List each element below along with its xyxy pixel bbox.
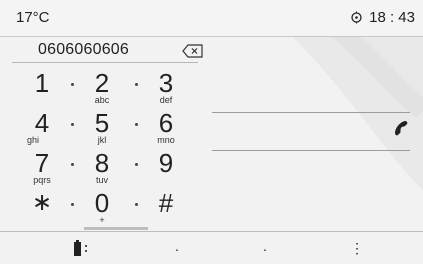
phone-dialer-screen: 17°C 18 : 43 0606060606 1 2 abc 3 def 4 … <box>0 0 423 264</box>
key-letters: + <box>99 215 105 225</box>
key-digit: 0 <box>94 188 110 218</box>
key-0[interactable]: 0 + <box>82 188 122 225</box>
call-area-divider-bottom <box>212 150 410 151</box>
phone-handset-icon[interactable] <box>394 120 410 140</box>
dialed-number: 0606060606 <box>38 41 129 58</box>
key-letters: pqrs <box>33 175 51 185</box>
key-letters: mno <box>157 135 175 145</box>
key-8[interactable]: 8 tuv <box>82 148 122 185</box>
menu-dots-icon <box>84 245 87 252</box>
key-separator-dot <box>71 163 74 166</box>
key-hash[interactable]: # <box>146 190 186 224</box>
key-5[interactable]: 5 jkl <box>82 108 122 145</box>
key-4[interactable]: 4 ghi <box>22 108 62 145</box>
key-digit: 4 <box>34 108 50 138</box>
key-digit: # <box>158 188 174 218</box>
softkey-battery-menu[interactable] <box>60 232 100 264</box>
key-letters: def <box>159 95 173 105</box>
softkey-3-label: · <box>262 240 268 257</box>
softkey-3[interactable]: · <box>248 232 282 264</box>
key-separator-dot <box>135 203 138 206</box>
softkey-4-label: ⋮ <box>350 240 364 256</box>
keypad: 1 2 abc 3 def 4 ghi 5 jkl 6 mno 7 pqrs 8… <box>12 70 192 230</box>
key-1[interactable]: 1 <box>22 70 62 104</box>
status-bar: 17°C 18 : 43 <box>0 0 423 37</box>
key-digit: 6 <box>158 108 174 138</box>
key-digit: 3 <box>158 68 174 98</box>
keypad-scroll-indicator <box>84 227 148 230</box>
key-digit: 9 <box>158 148 174 178</box>
key-digit: 7 <box>34 148 50 178</box>
key-letters: tuv <box>95 175 108 185</box>
clock: 18 : 43 <box>350 9 415 26</box>
temperature-readout: 17°C <box>16 9 50 26</box>
softkey-4[interactable]: ⋮ <box>340 232 374 264</box>
key-separator-dot <box>135 123 138 126</box>
key-star[interactable]: ∗ <box>22 190 62 224</box>
key-digit: 5 <box>94 108 110 138</box>
call-area-divider-top <box>212 112 410 113</box>
time-readout: 18 : 43 <box>369 9 415 26</box>
key-letters: abc <box>94 95 110 105</box>
softkey-2[interactable]: · <box>160 232 194 264</box>
key-digit: 1 <box>34 68 50 98</box>
key-9[interactable]: 9 <box>146 150 186 184</box>
key-7[interactable]: 7 pqrs <box>22 148 62 185</box>
key-digit: 2 <box>94 68 110 98</box>
key-separator-dot <box>135 163 138 166</box>
key-separator-dot <box>71 123 74 126</box>
key-3[interactable]: 3 def <box>146 68 186 105</box>
key-digit: ∗ <box>31 189 53 216</box>
key-2[interactable]: 2 abc <box>82 68 122 105</box>
backspace-icon[interactable] <box>182 44 204 58</box>
dialed-number-field[interactable]: 0606060606 <box>12 40 203 63</box>
softkey-2-label: · <box>174 240 180 257</box>
key-6[interactable]: 6 mno <box>146 108 186 145</box>
softkey-bar: · · ⋮ <box>0 231 423 264</box>
battery-icon <box>73 239 81 256</box>
key-separator-dot <box>71 83 74 86</box>
key-separator-dot <box>135 83 138 86</box>
key-digit: 8 <box>94 148 110 178</box>
key-letters: jkl <box>97 135 107 145</box>
clock-icon <box>351 11 362 24</box>
key-separator-dot <box>71 203 74 206</box>
